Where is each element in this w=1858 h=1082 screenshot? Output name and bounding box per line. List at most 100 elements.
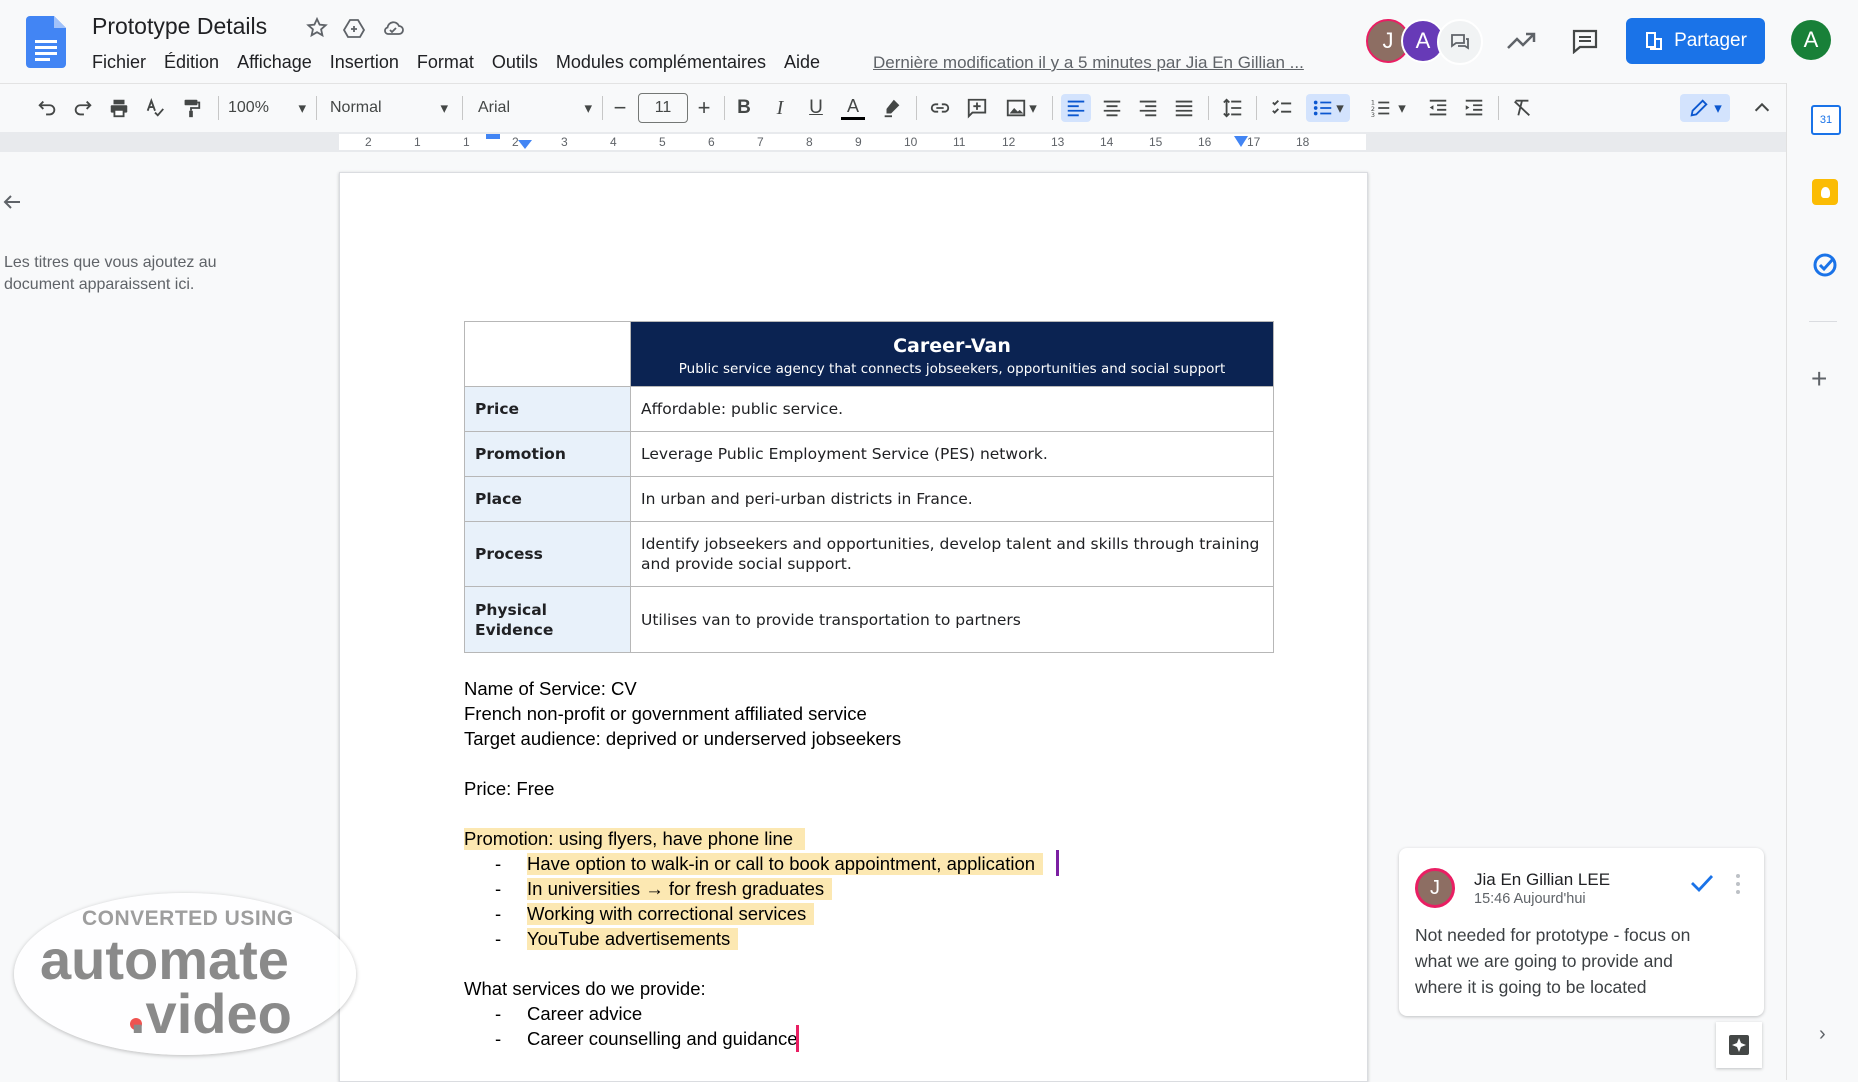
ruler-tick-label: 15 — [1149, 135, 1163, 149]
last-modified-link[interactable]: Dernière modification il y a 5 minutes p… — [873, 53, 1304, 73]
line-spacing-icon[interactable] — [1219, 94, 1247, 122]
left-indent-marker[interactable] — [518, 140, 532, 150]
share-people-icon — [1646, 32, 1663, 50]
meet-chat-icon[interactable] — [1437, 19, 1483, 65]
paragraph-style-value: Normal — [330, 99, 382, 116]
chevron-down-icon: ▾ — [584, 100, 592, 117]
print-icon[interactable] — [105, 94, 133, 122]
chevron-down-icon: ▾ — [298, 100, 306, 117]
ruler-tick-label: 11 — [953, 135, 966, 149]
move-to-drive-icon[interactable] — [342, 16, 366, 40]
activity-trend-icon[interactable] — [1506, 28, 1536, 54]
align-right-icon[interactable] — [1134, 94, 1162, 122]
ruler-tick-label: 14 — [1100, 135, 1114, 149]
document-page[interactable]: Career-Van Public service agency that co… — [339, 172, 1368, 1082]
comments-history-icon[interactable] — [1571, 28, 1599, 54]
table-row-label: Price — [464, 386, 631, 432]
editing-mode-icon[interactable]: ▾ — [1680, 94, 1730, 122]
promotion-bullet: YouTube advertisements — [527, 928, 739, 950]
table-subtitle: Public service agency that connects jobs… — [678, 361, 1226, 377]
clear-formatting-icon[interactable] — [1508, 94, 1536, 122]
align-left-icon[interactable] — [1061, 94, 1091, 122]
table-title: Career-Van — [893, 335, 1011, 357]
side-panel-rail: 31 + › — [1786, 83, 1858, 1080]
menu-insertion[interactable]: Insertion — [330, 52, 399, 73]
doc-line-price: Price: Free — [464, 778, 555, 799]
increase-font-size-button[interactable]: + — [692, 94, 716, 122]
collapse-menus-icon[interactable] — [1748, 94, 1776, 122]
ruler-tick-label: 18 — [1296, 135, 1310, 149]
italic-icon[interactable]: I — [766, 94, 794, 122]
menu-format[interactable]: Format — [417, 52, 474, 73]
zoom-select[interactable]: 100% ▾ — [228, 94, 306, 122]
table-row-value: Leverage Public Employment Service (PES)… — [630, 431, 1274, 477]
paragraph-style-select[interactable]: Normal ▾ — [330, 94, 448, 122]
insert-link-icon[interactable] — [926, 94, 954, 122]
calendar-icon[interactable]: 31 — [1811, 105, 1841, 135]
decrease-indent-icon[interactable] — [1424, 94, 1452, 122]
font-family-select[interactable]: Arial ▾ — [478, 94, 592, 122]
menu-outils[interactable]: Outils — [492, 52, 538, 73]
docs-logo-icon[interactable] — [26, 16, 66, 68]
undo-icon[interactable] — [33, 94, 61, 122]
star-icon[interactable] — [305, 16, 329, 40]
insert-image-icon[interactable]: ▾ — [999, 94, 1043, 122]
menu-modules[interactable]: Modules complémentaires — [556, 52, 766, 73]
bullet-dash: - — [495, 903, 502, 924]
font-size-input[interactable]: 11 — [638, 93, 688, 123]
table-row-value: In urban and peri-urban districts in Fra… — [630, 476, 1274, 522]
promotion-bullet: Have option to walk-in or call to book a… — [527, 853, 1044, 875]
chevron-down-icon: ▾ — [440, 100, 448, 117]
spellcheck-icon[interactable] — [141, 94, 169, 122]
expand-panel-icon[interactable]: › — [1819, 1023, 1826, 1046]
bullet-dash: - — [495, 878, 502, 899]
account-avatar[interactable]: A — [1791, 20, 1831, 60]
align-center-icon[interactable] — [1098, 94, 1126, 122]
highlight-color-icon[interactable] — [878, 94, 906, 122]
align-justify-icon[interactable] — [1170, 94, 1198, 122]
decrease-font-size-button[interactable]: − — [608, 94, 632, 122]
bulleted-list-icon[interactable]: ▾ — [1306, 94, 1350, 122]
add-comment-icon[interactable] — [963, 94, 991, 122]
doc-line-target-audience: Target audience: deprived or underserved… — [464, 728, 902, 749]
explore-icon[interactable] — [1716, 1022, 1762, 1068]
paint-format-icon[interactable] — [177, 94, 205, 122]
cloud-saved-icon[interactable] — [381, 16, 405, 40]
bullet-dash: - — [495, 1003, 502, 1024]
ruler-tick-label: 6 — [708, 135, 715, 149]
toolbar: 100% ▾ Normal ▾ Arial ▾ − 11 + B I U A ▾ ▾ … — [0, 83, 1786, 133]
checklist-icon[interactable] — [1268, 94, 1296, 122]
outline-back-arrow-icon[interactable] — [0, 190, 24, 214]
table-row-value: Utilises van to provide transportation t… — [630, 586, 1274, 653]
menu-affichage[interactable]: Affichage — [237, 52, 312, 73]
collaborator-cursor — [1056, 850, 1059, 876]
keep-icon[interactable] — [1812, 179, 1838, 205]
menu-edition[interactable]: Édition — [164, 52, 219, 73]
right-indent-marker[interactable] — [1234, 136, 1248, 148]
bold-icon[interactable]: B — [730, 94, 758, 122]
ruler-tick-label: 3 — [561, 135, 568, 149]
first-line-indent-marker[interactable] — [486, 134, 500, 139]
ruler-tick-label: 2 — [365, 135, 372, 149]
comment-more-options-icon[interactable] — [1736, 874, 1740, 894]
table-row-label: Promotion — [464, 431, 631, 477]
tasks-icon[interactable] — [1811, 251, 1839, 279]
menu-aide[interactable]: Aide — [784, 52, 820, 73]
comment-card[interactable]: J Jia En Gillian LEE 15:46 Aujourd'hui N… — [1399, 848, 1764, 1016]
resolve-comment-icon[interactable] — [1689, 872, 1715, 894]
watermark-line3: .video — [130, 982, 292, 1045]
add-addon-icon[interactable]: + — [1811, 365, 1827, 393]
share-button[interactable]: Partager — [1626, 18, 1765, 64]
underline-icon[interactable]: U — [802, 94, 830, 122]
doc-line-service-name: Name of Service: CV — [464, 678, 637, 699]
increase-indent-icon[interactable] — [1460, 94, 1488, 122]
menu-fichier[interactable]: Fichier — [92, 52, 146, 73]
promotion-bullet: Working with correctional services — [527, 903, 815, 925]
table-row-label: Physical Evidence — [464, 586, 631, 653]
ruler-tick-label: 1 — [463, 135, 470, 149]
text-color-icon[interactable]: A — [838, 94, 868, 122]
numbered-list-icon[interactable]: 1 2 3 ▾ — [1366, 94, 1410, 122]
document-title[interactable]: Prototype Details — [92, 13, 267, 40]
redo-icon[interactable] — [69, 94, 97, 122]
ruler-tick-label: 7 — [757, 135, 764, 149]
